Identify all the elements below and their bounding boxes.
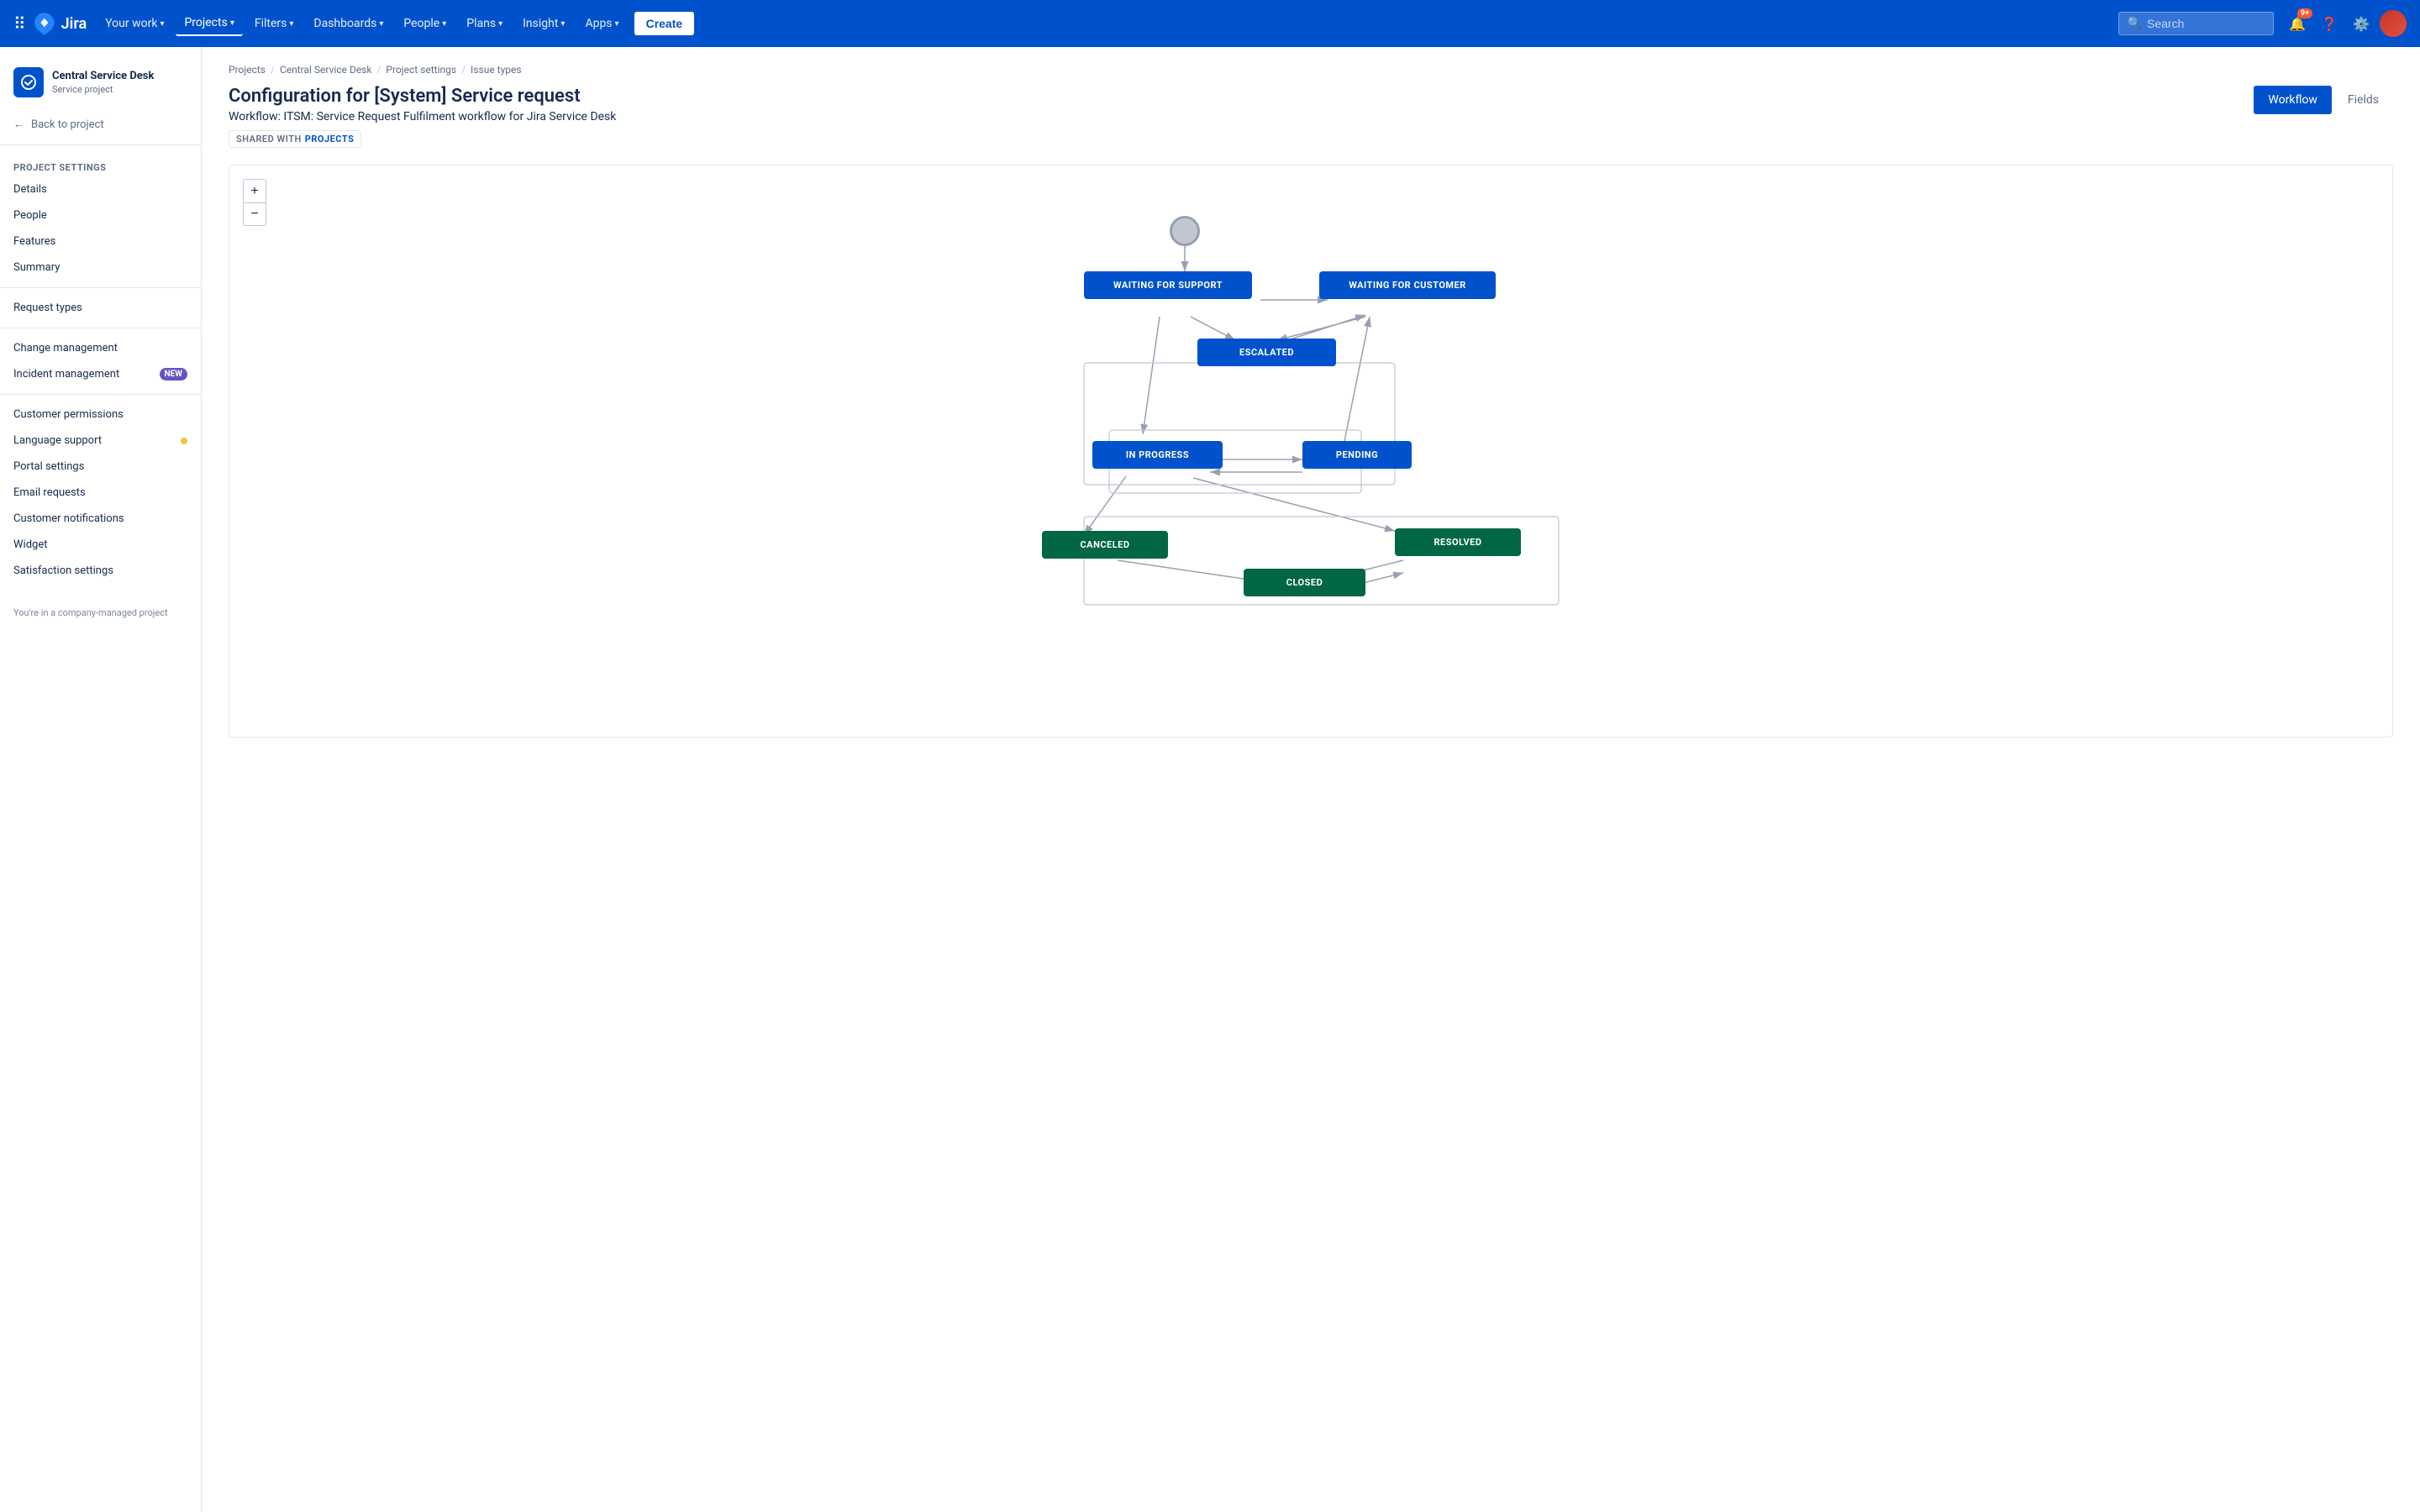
nav-projects[interactable]: Projects ▾ [176,11,242,36]
node-canceled[interactable]: CANCELED [1042,531,1168,559]
node-resolved[interactable]: RESOLVED [1395,528,1521,556]
header-tabs: Workflow Fields [2254,86,2393,114]
chevron-icon: ▾ [615,19,619,29]
settings-button[interactable]: ⚙️ [2348,10,2375,37]
node-in-progress[interactable]: IN PROGRESS [1092,441,1223,469]
chevron-icon: ▾ [560,19,565,29]
start-node [1170,216,1200,246]
node-waiting-customer[interactable]: WAITING FOR CUSTOMER [1319,271,1496,299]
breadcrumb-project-settings[interactable]: Project settings [386,64,456,76]
breadcrumb-projects[interactable]: Projects [229,64,266,76]
search-input[interactable] [2147,17,2265,30]
sidebar-item-people[interactable]: People [0,202,201,228]
help-button[interactable]: ❓ [2316,10,2343,37]
sidebar: Central Service Desk Service project ← B… [0,47,202,1512]
sidebar-project: Central Service Desk Service project [0,60,201,111]
jira-logo-icon [33,12,56,35]
tab-fields[interactable]: Fields [2333,86,2393,114]
nav-your-work[interactable]: Your work ▾ [97,12,172,35]
nav-apps[interactable]: Apps ▾ [576,12,627,35]
node-escalated[interactable]: ESCALATED [1197,339,1336,366]
sidebar-item-email-requests[interactable]: Email requests [0,480,201,506]
avatar-image [2380,10,2407,37]
shared-badge: SHARED WITH PROJECTS [229,130,361,148]
search-icon: 🔍 [2128,17,2142,30]
back-to-project[interactable]: ← Back to project [0,111,201,138]
logo[interactable]: Jira [33,12,87,35]
sidebar-section-label: Project settings [0,152,201,176]
zoom-controls: + − [243,179,266,226]
zoom-out-button[interactable]: − [243,202,266,226]
shared-projects-link[interactable]: PROJECTS [305,134,355,144]
sidebar-item-satisfaction-settings[interactable]: Satisfaction settings [0,558,201,584]
sidebar-item-request-types[interactable]: Request types [0,295,201,321]
topnav: ⠿ Jira Your work ▾ Projects ▾ Filters ▾ … [0,0,2420,47]
sidebar-item-change-management[interactable]: Change management [0,335,201,361]
search-bar[interactable]: 🔍 [2118,12,2274,35]
node-pending[interactable]: PENDING [1302,441,1412,469]
sidebar-item-portal-settings[interactable]: Portal settings [0,454,201,480]
nav-plans[interactable]: Plans ▾ [458,12,511,35]
project-type: Service project [52,84,154,95]
notification-badge: 9+ [2297,8,2312,18]
project-name: Central Service Desk [52,70,154,84]
breadcrumb-central-service-desk[interactable]: Central Service Desk [280,64,372,76]
chevron-icon: ▾ [442,19,446,29]
sidebar-item-customer-notifications[interactable]: Customer notifications [0,506,201,532]
sidebar-footer: You're in a company-managed project [0,597,201,628]
sidebar-item-details[interactable]: Details [0,176,201,202]
nav-filters[interactable]: Filters ▾ [246,12,302,35]
zoom-in-button[interactable]: + [243,179,266,202]
node-waiting-support[interactable]: WAITING FOR SUPPORT [1084,271,1252,299]
chevron-icon: ▾ [160,19,164,29]
back-icon: ← [13,118,24,131]
chevron-icon: ▾ [230,18,234,28]
tab-workflow[interactable]: Workflow [2254,86,2332,114]
dot-indicator [181,438,187,444]
chevron-icon: ▾ [379,19,383,29]
grid-icon[interactable]: ⠿ [13,13,26,34]
sidebar-item-incident-management[interactable]: Incident management NEW [0,361,201,387]
breadcrumb-issue-types[interactable]: Issue types [471,64,522,76]
create-button[interactable]: Create [634,12,695,35]
project-icon [13,67,44,97]
logo-text: Jira [61,15,87,33]
page-title: Configuration for [System] Service reque… [229,86,616,107]
page-header: Configuration for [System] Service reque… [229,86,2393,148]
breadcrumb: Projects / Central Service Desk / Projec… [229,64,2393,76]
sidebar-item-customer-permissions[interactable]: Customer permissions [0,402,201,428]
sidebar-item-language-support[interactable]: Language support [0,428,201,454]
chevron-icon: ▾ [289,19,293,29]
sidebar-item-features[interactable]: Features [0,228,201,255]
nav-dashboards[interactable]: Dashboards ▾ [305,12,392,35]
node-closed[interactable]: CLOSED [1244,569,1365,596]
nav-people[interactable]: People ▾ [395,12,455,35]
workflow-diagram: WAITING FOR SUPPORT WAITING FOR CUSTOMER… [1017,216,1605,686]
notifications-button[interactable]: 🔔 9+ [2284,10,2311,37]
workflow-canvas: + − [229,165,2393,738]
chevron-icon: ▾ [498,19,502,29]
layout: Central Service Desk Service project ← B… [0,47,2420,1512]
topnav-icons: 🔔 9+ ❓ ⚙️ [2284,10,2407,37]
main-content: Projects / Central Service Desk / Projec… [202,47,2420,1512]
new-badge: NEW [160,368,187,381]
sidebar-item-summary[interactable]: Summary [0,255,201,281]
sidebar-item-widget[interactable]: Widget [0,532,201,558]
nav-insight[interactable]: Insight ▾ [514,12,573,35]
page-subtitle: Workflow: ITSM: Service Request Fulfilme… [229,110,616,123]
avatar[interactable] [2380,10,2407,37]
